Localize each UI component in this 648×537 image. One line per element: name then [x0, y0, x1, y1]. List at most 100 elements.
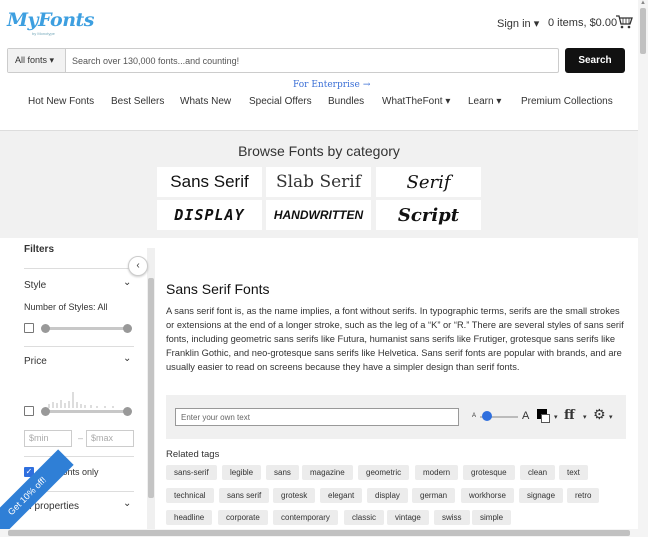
category-display[interactable]: DISPLAY	[157, 200, 262, 230]
tag[interactable]: magazine	[302, 465, 353, 480]
price-checkbox[interactable]	[24, 406, 34, 416]
category-slab-serif[interactable]: Slab Serif	[266, 167, 371, 197]
tag[interactable]: clean	[520, 465, 556, 480]
for-enterprise-link[interactable]: For Enterprise →	[293, 80, 370, 90]
tag[interactable]: swiss	[434, 510, 470, 525]
price-max-input[interactable]: $max	[86, 430, 134, 447]
sign-in-link[interactable]: Sign in ▾	[497, 17, 539, 30]
sidebar-scrollbar[interactable]	[147, 248, 155, 529]
tag[interactable]: classic	[344, 510, 385, 525]
tag[interactable]: sans-serif	[166, 465, 217, 480]
preview-text-input[interactable]	[175, 408, 459, 426]
tag[interactable]: sans serif	[219, 488, 270, 503]
for-enterprise-label: For Enterprise	[293, 80, 360, 90]
category-sans-serif[interactable]: Sans Serif	[157, 167, 262, 197]
page-horizontal-scrollbar[interactable]	[0, 529, 648, 537]
arrow-right-icon: →	[362, 80, 371, 90]
page-hscroll-thumb[interactable]	[8, 530, 630, 536]
nav-whatthefont[interactable]: WhatTheFont ▾	[382, 96, 450, 107]
page-scroll-thumb[interactable]	[640, 8, 646, 54]
category-script[interactable]: Script	[376, 200, 481, 230]
nav-hot-new-fonts[interactable]: Hot New Fonts	[28, 96, 94, 107]
chevron-down-icon[interactable]: ▾	[609, 413, 613, 421]
tag[interactable]: german	[412, 488, 456, 503]
preview-toolbar: A A ▾ ff ▾ ⚙ ▾	[166, 395, 626, 439]
price-histogram	[44, 388, 126, 408]
tag[interactable]: vintage	[387, 510, 429, 525]
page-vertical-scrollbar[interactable]: ▲	[638, 0, 648, 529]
styles-slider-max-handle[interactable]	[123, 324, 132, 333]
tag[interactable]: workhorse	[461, 488, 514, 503]
tag[interactable]: grotesque	[463, 465, 515, 480]
price-min-input[interactable]: $min	[24, 430, 72, 447]
nav-premium-collections[interactable]: Premium Collections	[521, 96, 613, 107]
tag[interactable]: signage	[519, 488, 564, 503]
font-size-small-icon: A	[472, 413, 477, 419]
tag[interactable]: legible	[222, 465, 262, 480]
tag[interactable]: corporate	[218, 510, 268, 525]
browse-categories: Browse Fonts by category Sans Serif Slab…	[0, 130, 638, 238]
tag[interactable]: text	[559, 465, 588, 480]
styles-slider-min-handle[interactable]	[41, 324, 50, 333]
nav-bundles[interactable]: Bundles	[328, 96, 364, 107]
price-slider-max-handle[interactable]	[123, 407, 132, 416]
nav-learn[interactable]: Learn ▾	[468, 96, 501, 107]
search-button[interactable]: Search	[565, 48, 625, 73]
background-color-swatch[interactable]	[541, 414, 550, 423]
main-nav: Hot New Fonts Best Sellers Whats New Spe…	[0, 96, 638, 110]
sidebar-scroll-thumb[interactable]	[148, 278, 154, 498]
tag[interactable]: headline	[166, 510, 213, 525]
chevron-down-icon[interactable]: ⌄	[123, 277, 131, 288]
chevron-down-icon[interactable]: ▾	[583, 413, 587, 421]
tag[interactable]: retro	[567, 488, 600, 503]
divider	[24, 456, 134, 457]
browse-categories-title: Browse Fonts by category	[238, 143, 400, 159]
filters-title: Filters	[24, 244, 55, 255]
page: MyFonts by Monotype Sign in ▾ 0 items, $…	[0, 0, 638, 529]
price-range-dash: –	[78, 433, 84, 443]
font-size-large-icon: A	[522, 410, 530, 422]
collapse-filters-button[interactable]: ‹	[128, 256, 148, 276]
price-filter-toggle[interactable]: Price	[24, 356, 47, 367]
logo-wordmark: MyFonts	[7, 9, 94, 31]
chevron-down-icon[interactable]: ▾	[554, 413, 558, 421]
price-slider-track[interactable]	[45, 410, 127, 413]
tag[interactable]: contemporary	[273, 510, 338, 525]
ligatures-icon[interactable]: ff	[564, 408, 575, 423]
cart-icon[interactable]	[615, 14, 633, 34]
divider	[24, 346, 134, 347]
tag[interactable]: elegant	[320, 488, 363, 503]
divider	[24, 268, 134, 269]
related-tags-title: Related tags	[166, 449, 220, 460]
tag[interactable]: technical	[166, 488, 214, 503]
myfonts-logo[interactable]: MyFonts by Monotype	[7, 9, 94, 37]
tag[interactable]: geometric	[358, 465, 410, 480]
nav-best-sellers[interactable]: Best Sellers	[111, 96, 164, 107]
search-input[interactable]	[66, 49, 558, 72]
styles-checkbox[interactable]	[24, 323, 34, 333]
tag[interactable]: modern	[415, 465, 459, 480]
tag[interactable]: sans	[266, 465, 299, 480]
tag[interactable]: simple	[472, 510, 512, 525]
tag[interactable]: grotesk	[273, 488, 316, 503]
price-slider-min-handle[interactable]	[41, 407, 50, 416]
chevron-down-icon[interactable]: ⌄	[123, 353, 131, 364]
font-size-slider-handle[interactable]	[482, 411, 492, 421]
category-handwritten[interactable]: HANDWRITTEN	[266, 200, 371, 230]
search-category-select[interactable]: All fonts ▾	[8, 49, 66, 72]
tag[interactable]: display	[367, 488, 408, 503]
page-title: Sans Serif Fonts	[166, 281, 270, 297]
nav-special-offers[interactable]: Special Offers	[249, 96, 312, 107]
category-description: A sans serif font is, as the name implie…	[166, 306, 624, 373]
styles-slider-track[interactable]	[45, 327, 127, 330]
cart-summary[interactable]: 0 items, $0.00	[548, 17, 617, 29]
gear-icon[interactable]: ⚙	[593, 406, 606, 423]
chevron-down-icon[interactable]: ⌄	[123, 498, 131, 509]
scroll-up-icon[interactable]: ▲	[640, 0, 646, 6]
search-bar: All fonts ▾	[7, 48, 559, 73]
category-serif[interactable]: Serif	[376, 167, 481, 197]
style-filter-toggle[interactable]: Style	[24, 280, 46, 291]
logo-subtitle: by Monotype	[32, 31, 55, 36]
nav-whats-new[interactable]: Whats New	[180, 96, 231, 107]
number-of-styles-label: Number of Styles: All	[24, 302, 108, 312]
